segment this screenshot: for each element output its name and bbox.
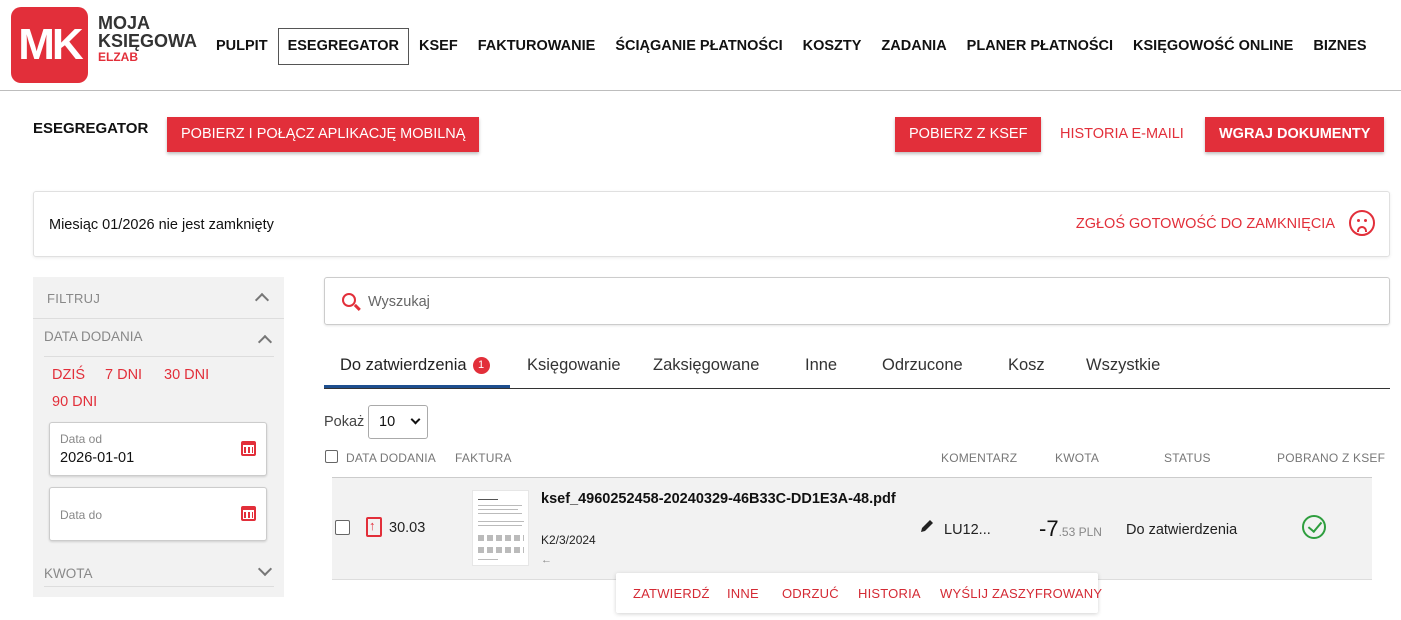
quick-filter-30-days[interactable]: 30 DNI	[164, 367, 209, 383]
row-status: Do zatwierdzenia	[1126, 522, 1238, 538]
menu-item-biznes[interactable]: BIZNES	[1303, 28, 1376, 65]
filter-panel: FILTRUJ DATA DODANIA DZIŚ 7 DNI 30 DNI 9…	[33, 277, 284, 597]
tab-inne[interactable]: Inne	[805, 356, 837, 375]
brand-sub: ELZAB	[98, 50, 138, 64]
chevron-down-icon[interactable]	[257, 561, 273, 577]
menu-item-fakturowanie[interactable]: FAKTUROWANIE	[468, 28, 606, 65]
row-comment: LU12...	[944, 522, 991, 538]
check-circle-icon	[1302, 515, 1326, 539]
pdf-upload-icon	[366, 517, 382, 537]
tab-wszystkie[interactable]: Wszystkie	[1086, 356, 1160, 375]
document-thumbnail[interactable]	[472, 490, 529, 566]
send-encrypted-action[interactable]: WYŚLIJ ZASZYFROWANY	[940, 586, 1102, 601]
history-action[interactable]: HISTORIA	[858, 586, 921, 601]
menu-item-planer-platnosci[interactable]: PLANER PŁATNOŚCI	[957, 28, 1123, 65]
menu-item-pulpit[interactable]: PULPIT	[206, 28, 278, 65]
menu-item-ksiegowosc-online[interactable]: KSIĘGOWOŚĆ ONLINE	[1123, 28, 1303, 65]
column-header-comment[interactable]: KOMENTARZ	[941, 451, 1017, 465]
column-header-invoice[interactable]: FAKTURA	[455, 451, 512, 465]
page-size-select[interactable]: 10	[368, 405, 428, 439]
mobile-app-button[interactable]: POBIERZ I POŁĄCZ APLIKACJĘ MOBILNĄ	[167, 117, 480, 152]
document-tabs: Do zatwierdzenia 1 Księgowanie Zaksięgowa…	[324, 344, 1390, 389]
upload-documents-button[interactable]: WGRAJ DOKUMENTY	[1205, 117, 1385, 152]
tab-count-badge: 1	[472, 357, 490, 374]
menu-item-ksef[interactable]: KSEF	[409, 28, 468, 65]
date-to-field[interactable]: Data do	[49, 487, 267, 541]
search-icon	[342, 293, 356, 307]
chevron-down-icon	[410, 414, 421, 425]
calendar-icon[interactable]	[241, 506, 256, 521]
column-header-status[interactable]: STATUS	[1164, 451, 1211, 465]
invoice-file-name[interactable]: ksef_4960252458-20240329-46B33C-DD1E3A-4…	[541, 491, 896, 507]
brand-name[interactable]: MOJA KSIĘGOWA ELZAB	[98, 14, 197, 64]
tab-zaksiegowane[interactable]: Zaksięgowane	[653, 356, 759, 375]
reject-action[interactable]: ODRZUĆ	[782, 586, 839, 601]
page-size-label: Pokaż	[324, 414, 365, 430]
page-title: ESEGREGATOR	[33, 120, 149, 137]
page-size-value: 10	[379, 414, 396, 430]
column-header-amount[interactable]: KWOTA	[1055, 451, 1099, 465]
search-box[interactable]: Wyszukaj	[324, 277, 1390, 325]
date-from-value: 2026-01-01	[60, 450, 135, 466]
amount-rest: .53 PLN	[1058, 525, 1102, 539]
date-section-header[interactable]: DATA DODANIA	[44, 329, 274, 357]
date-from-label: Data od	[60, 432, 103, 446]
date-section-label: DATA DODANIA	[44, 329, 143, 344]
quick-filter-90-days[interactable]: 90 DNI	[52, 394, 97, 410]
tab-kosz[interactable]: Kosz	[1008, 356, 1045, 375]
amount-section-header[interactable]: KWOTA	[44, 561, 274, 587]
approve-action[interactable]: ZATWIERDŹ	[633, 586, 710, 601]
table-row[interactable]: 30.03 ksef_4960252458-20240329-46B33C-DD…	[332, 478, 1372, 580]
search-input[interactable]: Wyszukaj	[368, 294, 430, 310]
top-navigation: MK MOJA KSIĘGOWA ELZAB PULPIT ESEGREGATO…	[0, 0, 1401, 91]
brand-line-1: MOJA	[98, 13, 151, 33]
select-all-checkbox[interactable]	[325, 450, 338, 463]
amount-main: -7	[1039, 516, 1059, 541]
amount-section-label: KWOTA	[44, 566, 93, 581]
calendar-icon[interactable]	[241, 441, 256, 456]
chevron-up-icon[interactable]	[257, 334, 273, 350]
row-actions-bar: ZATWIERDŹ INNE ODRZUĆ HISTORIA WYŚLIJ ZA…	[616, 573, 1102, 613]
notice-text: Miesiąc 01/2026 nie jest zamknięty	[49, 217, 274, 233]
report-close-ready-link[interactable]: ZGŁOŚ GOTOWOŚĆ DO ZAMKNIĘCIA	[1076, 216, 1335, 232]
column-header-ksef[interactable]: POBRANO Z KSEF	[1277, 451, 1385, 465]
row-amount: -7.53 PLN	[1039, 516, 1102, 542]
brand-line-2: KSIĘGOWA	[98, 31, 198, 51]
quick-filter-7-days[interactable]: 7 DNI	[105, 367, 142, 383]
brand-logo[interactable]: MK	[11, 7, 88, 83]
row-checkbox[interactable]	[335, 520, 350, 535]
pencil-icon[interactable]	[919, 518, 935, 534]
tab-do-zatwierdzenia[interactable]: Do zatwierdzenia 1	[340, 356, 490, 375]
sad-face-icon[interactable]	[1349, 210, 1375, 236]
main-menu: PULPIT ESEGREGATOR KSEF FAKTUROWANIE ŚCI…	[206, 28, 1377, 65]
menu-item-koszty[interactable]: KOSZTY	[793, 28, 872, 65]
tab-label: Do zatwierdzenia	[340, 356, 467, 374]
filter-header[interactable]: FILTRUJ	[33, 277, 284, 319]
menu-item-esegregator[interactable]: ESEGREGATOR	[277, 28, 410, 65]
chevron-up-icon[interactable]	[254, 292, 270, 308]
other-action[interactable]: INNE	[727, 586, 759, 601]
quick-filter-today[interactable]: DZIŚ	[52, 367, 85, 383]
column-header-date[interactable]: DATA DODANIA	[346, 451, 436, 465]
active-tab-indicator	[324, 385, 510, 388]
email-history-link[interactable]: HISTORIA E-MAILI	[1060, 126, 1184, 142]
menu-item-zadania[interactable]: ZADANIA	[871, 28, 956, 65]
menu-item-sciaganie-platnosci[interactable]: ŚCIĄGANIE PŁATNOŚCI	[605, 28, 792, 65]
tab-odrzucone[interactable]: Odrzucone	[882, 356, 963, 375]
filter-title: FILTRUJ	[47, 291, 101, 306]
invoice-number: K2/3/2024	[541, 533, 596, 547]
ksef-download-button[interactable]: POBIERZ Z KSEF	[895, 117, 1042, 152]
back-arrow-icon: ←	[541, 554, 552, 566]
date-from-field[interactable]: Data od 2026-01-01	[49, 422, 267, 476]
tab-ksiegowanie[interactable]: Księgowanie	[527, 356, 621, 375]
date-to-label: Data do	[60, 508, 103, 522]
month-notice: Miesiąc 01/2026 nie jest zamknięty ZGŁOŚ…	[33, 191, 1390, 257]
row-date: 30.03	[389, 520, 426, 536]
